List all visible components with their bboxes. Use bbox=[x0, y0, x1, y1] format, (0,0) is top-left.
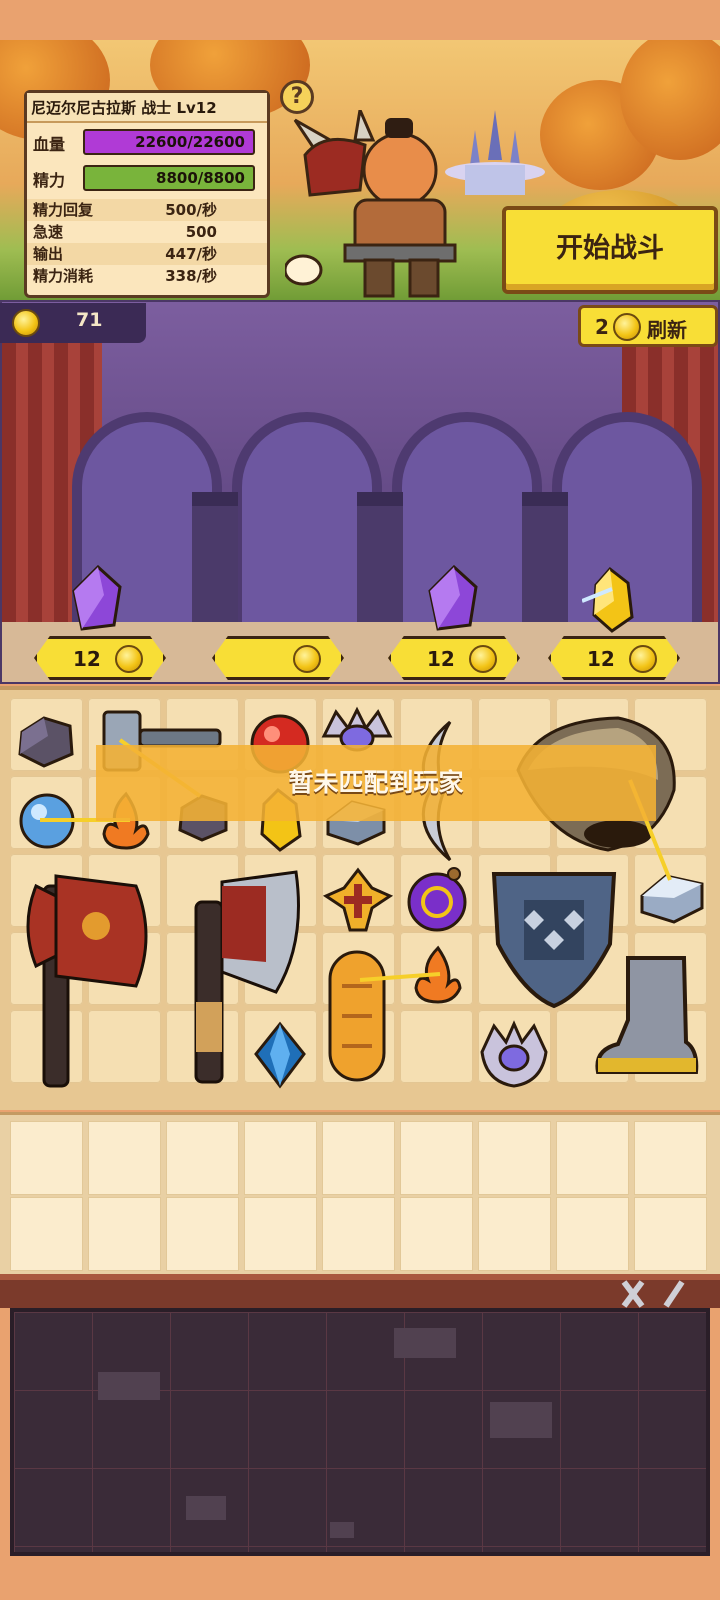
price-tag[interactable]: 12 bbox=[548, 636, 680, 680]
matchmaking-status-banner: 暂未匹配到玩家 bbox=[96, 745, 656, 821]
gold-crystal-icon[interactable] bbox=[582, 565, 642, 635]
golden-cross-emblem-icon[interactable] bbox=[322, 866, 394, 936]
price-tag[interactable]: 12 bbox=[34, 636, 166, 680]
gold-counter: 71 bbox=[0, 303, 146, 343]
stat-row-energy-regen: 精力回复 500/秒 bbox=[27, 199, 267, 221]
stat-value: 500/秒 bbox=[165, 201, 217, 219]
refresh-label: 刷新 bbox=[647, 318, 687, 342]
stat-row-dps: 输出 447/秒 bbox=[27, 243, 267, 265]
help-button[interactable]: ? bbox=[280, 80, 314, 114]
warrior-hero-icon[interactable] bbox=[285, 110, 465, 300]
gold-coin-icon bbox=[629, 645, 657, 673]
blue-gem-icon[interactable] bbox=[250, 1020, 310, 1090]
stat-value: 500 bbox=[185, 223, 217, 241]
iron-boot-icon[interactable] bbox=[588, 950, 706, 1082]
gold-coin-icon bbox=[293, 645, 321, 673]
stat-value: 447/秒 bbox=[165, 245, 217, 263]
start-battle-button[interactable]: 开始战斗 bbox=[502, 206, 718, 294]
purple-crystal-icon[interactable] bbox=[68, 565, 128, 635]
hp-label: 血量 bbox=[33, 135, 66, 154]
price-tag[interactable] bbox=[212, 636, 344, 680]
blue-orb-icon[interactable] bbox=[16, 790, 78, 852]
hp-bar: 22600/22600 bbox=[83, 129, 255, 155]
eye-crown-icon[interactable] bbox=[476, 1020, 552, 1090]
gold-amount: 71 bbox=[76, 309, 103, 331]
energy-label: 精力 bbox=[33, 171, 66, 190]
price-value: 12 bbox=[587, 647, 615, 671]
battle-axe-icon[interactable] bbox=[16, 866, 156, 1092]
price-value: 12 bbox=[73, 647, 101, 671]
stat-row-energy-cost: 精力消耗 338/秒 bbox=[27, 265, 267, 287]
fire-shard-icon[interactable] bbox=[408, 944, 468, 1004]
stat-key: 精力回复 bbox=[33, 201, 94, 219]
hero-stats-panel: 尼迈尔尼古拉斯 战士 Lv12 血量 22600/22600 精力 8800/8… bbox=[24, 90, 270, 298]
price-tag[interactable]: 12 bbox=[388, 636, 520, 680]
stat-key: 急速 bbox=[33, 223, 64, 241]
storage-grid bbox=[0, 1112, 720, 1290]
refresh-shop-button[interactable]: 2 刷新 bbox=[578, 305, 718, 347]
silver-ingot-icon[interactable] bbox=[636, 866, 708, 930]
gold-coin-icon bbox=[12, 309, 40, 337]
storage-border bbox=[0, 1274, 720, 1308]
price-value: 12 bbox=[427, 647, 455, 671]
rock-icon[interactable] bbox=[14, 712, 78, 772]
stat-value: 338/秒 bbox=[165, 267, 217, 285]
stat-row-haste: 急速 500 bbox=[27, 221, 267, 243]
purple-crystal-icon[interactable] bbox=[424, 565, 484, 635]
refresh-cost: 2 bbox=[595, 315, 609, 339]
bottom-strip bbox=[0, 1560, 720, 1600]
energy-bar: 8800/8800 bbox=[83, 165, 255, 191]
bread-loaf-icon[interactable] bbox=[324, 946, 390, 1086]
gold-coin-icon bbox=[469, 645, 497, 673]
stat-key: 精力消耗 bbox=[33, 267, 94, 285]
purple-amulet-icon[interactable] bbox=[402, 864, 472, 936]
gold-coin-icon bbox=[115, 645, 143, 673]
hero-name: 尼迈尔尼古拉斯 战士 Lv12 bbox=[27, 93, 267, 123]
opponent-board-panel bbox=[10, 1308, 710, 1556]
stat-key: 输出 bbox=[33, 245, 64, 263]
crossed-tools-icon[interactable] bbox=[616, 1276, 696, 1312]
gold-coin-icon bbox=[613, 313, 641, 341]
